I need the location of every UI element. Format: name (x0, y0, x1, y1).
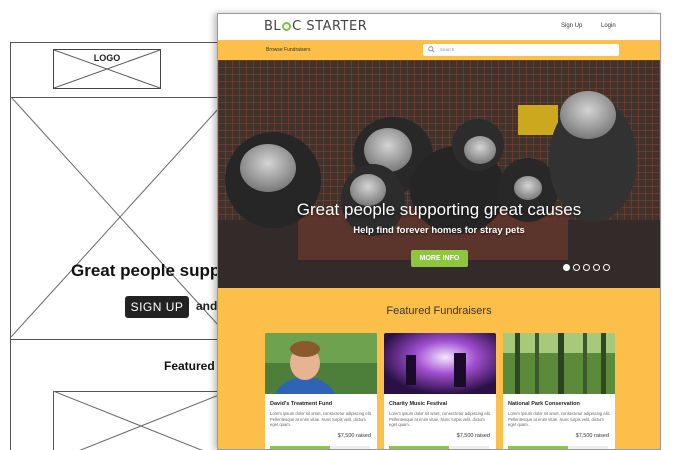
brand-circle-icon (282, 22, 292, 31)
site-header: BL C STARTER Sign Up Login (218, 14, 660, 40)
wireframe-signup-button[interactable]: SIGN UP (125, 296, 189, 318)
card-title[interactable]: National Park Conservation (508, 401, 580, 407)
concert-photo (384, 333, 496, 394)
card-description: Lorem ipsum dolor sit amet, consectetur … (389, 411, 491, 427)
forest-photo (503, 333, 615, 394)
hero-title: Great people supporting great causes (296, 200, 582, 219)
card-description: Lorem ipsum dolor sit amet, consectetur … (270, 411, 372, 427)
boy-photo (265, 333, 377, 394)
featured-heading: Featured Fundraisers (386, 305, 492, 317)
fundraiser-card[interactable]: David's Treatment Fund Lorem ipsum dolor… (265, 333, 377, 449)
wireframe-logo-label: LOGO (93, 53, 121, 63)
card-raised-amount: $7,500 raised (575, 433, 609, 439)
progress-fill (508, 446, 568, 449)
search-icon (428, 46, 435, 53)
fundraiser-card[interactable]: National Park Conservation Lorem ipsum d… (503, 333, 615, 449)
carousel-dot[interactable] (603, 264, 610, 271)
progress-bar (270, 446, 370, 449)
sub-navigation: Browse Fundraisers Search (218, 40, 660, 60)
divider (11, 339, 229, 340)
carousel-dot[interactable] (583, 264, 590, 271)
carousel-dot[interactable] (573, 264, 580, 271)
brand-text-end: C STARTER (292, 19, 368, 34)
browse-fundraisers-link[interactable]: Browse Fundraisers (266, 47, 310, 53)
carousel-dot[interactable] (563, 264, 570, 271)
signup-link[interactable]: Sign Up (561, 23, 582, 29)
card-raised-amount: $7,500 raised (456, 433, 490, 439)
hero-carousel: Great people supporting great causes Hel… (218, 60, 660, 288)
progress-bar (389, 446, 489, 449)
hero-subtitle: Help find forever homes for stray pets (353, 225, 525, 236)
wireframe-heading: Great people supp (71, 261, 221, 280)
card-description: Lorem ipsum dolor sit amet, consectetur … (508, 411, 610, 427)
brand-text-start: BL (264, 19, 282, 34)
website-mockup: BL C STARTER Sign Up Login Browse Fundrai… (217, 13, 661, 450)
wireframe-sketch: LOGO Great people supp SIGN UP and Featu… (10, 42, 230, 450)
card-raised-amount: $7,500 raised (337, 433, 371, 439)
carousel-dot[interactable] (593, 264, 600, 271)
card-title[interactable]: Charity Music Festival (389, 401, 447, 407)
brand-logo[interactable]: BL C STARTER (264, 19, 367, 34)
search-input[interactable]: Search (423, 44, 619, 56)
fundraiser-card[interactable]: Charity Music Festival Lorem ipsum dolor… (384, 333, 496, 449)
login-link[interactable]: Login (601, 23, 616, 29)
card-placeholder-icon (53, 391, 229, 450)
card-title[interactable]: David's Treatment Fund (270, 401, 332, 407)
wireframe-featured-heading: Featured (164, 359, 215, 373)
progress-fill (270, 446, 330, 449)
search-placeholder: Search (440, 47, 455, 52)
wireframe-logo-box: LOGO (53, 49, 161, 89)
carousel-indicators (563, 264, 610, 271)
more-info-button[interactable]: MORE INFO (411, 250, 468, 267)
progress-fill (389, 446, 449, 449)
wireframe-and-text: and (196, 299, 218, 313)
progress-bar (508, 446, 608, 449)
